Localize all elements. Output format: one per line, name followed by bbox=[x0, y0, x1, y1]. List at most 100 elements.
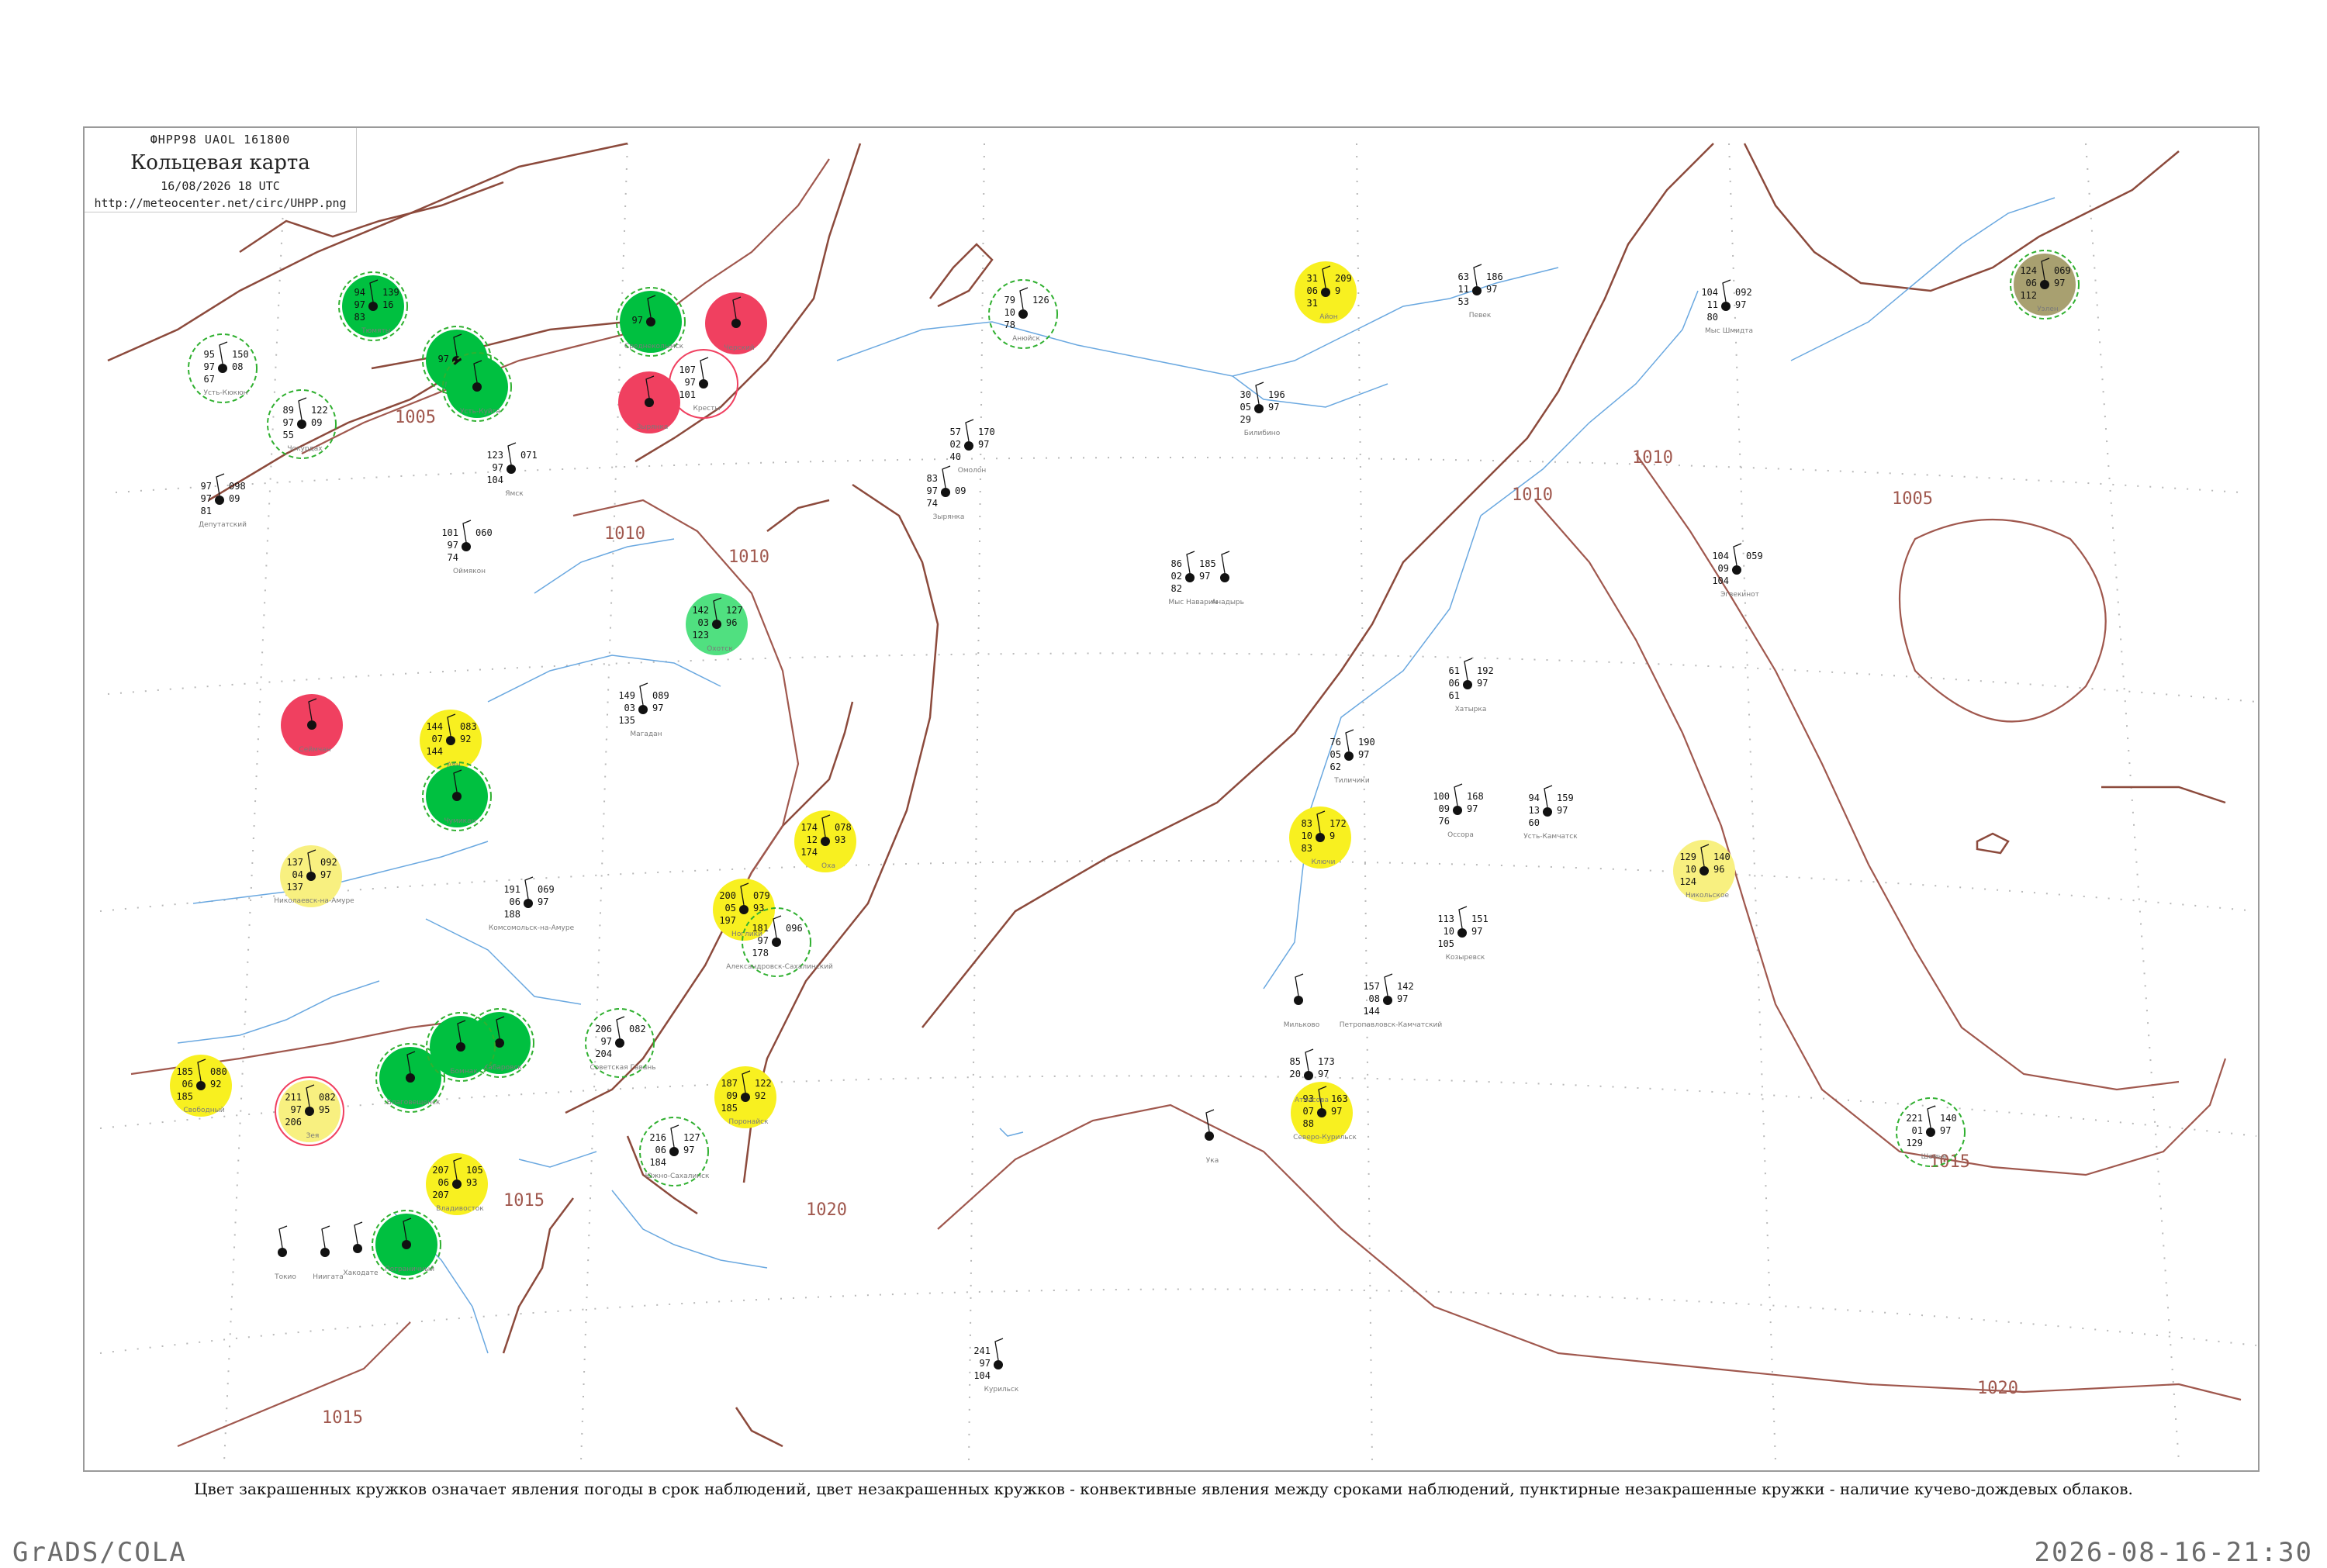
cloud-cover-icon bbox=[305, 1107, 314, 1116]
wind-barb-icon bbox=[1186, 551, 1195, 574]
station-plot[interactable]: 19106 188 06997 Комсомольск-на-Амуре bbox=[489, 876, 575, 932]
station-plot[interactable]: 10411 80 09297 Мыс Шмидта bbox=[1701, 279, 1753, 335]
station-plot[interactable]: 85 20 173 97 Атласова bbox=[1290, 1048, 1335, 1104]
pressure-value: 098 bbox=[229, 481, 246, 492]
weather-code: 07 bbox=[432, 734, 443, 744]
cloud-cover-icon bbox=[739, 905, 749, 914]
station-plot[interactable]: 9797 81 09809 Депутатский bbox=[199, 473, 247, 529]
pressure-tendency: 92 bbox=[460, 734, 471, 744]
pressure-tendency: 09 bbox=[229, 493, 240, 504]
station-plot[interactable]: 22101 129 14097 Шемья bbox=[1896, 1097, 1966, 1167]
station-plot[interactable]: Бомнак bbox=[426, 1012, 496, 1082]
station-plot[interactable]: 12397 104 071 Ямск bbox=[486, 442, 538, 498]
station-plot[interactable]: 124 06 112 069 97 Уэлен bbox=[2010, 250, 2080, 319]
station-plot[interactable]: Сеймчан bbox=[281, 694, 343, 756]
pressure-tendency: 9 bbox=[1335, 285, 1340, 296]
dewpoint-value: 144 bbox=[426, 746, 443, 757]
station-plot[interactable]: 9497 83 13916 Тюмяты bbox=[338, 271, 408, 341]
station-plot[interactable]: 216 06 184 127 97 Южно-Сахалинск bbox=[639, 1117, 710, 1186]
station-plot[interactable]: 7605 62 19097 Тиличики bbox=[1330, 729, 1375, 785]
station-plot[interactable]: 1370413709297Николаевск-на-Амуре bbox=[274, 845, 354, 907]
station-plot[interactable]: Ниигата bbox=[313, 1225, 344, 1281]
station-plot[interactable]: 94 1360 159 97 Усть-Камчатск bbox=[1523, 785, 1578, 841]
station-plot[interactable]: 8997 55 12209 Чокурдах bbox=[267, 389, 337, 459]
station-plot[interactable]: 14203 123 12796 Охотск bbox=[686, 593, 748, 655]
cloud-cover-icon bbox=[297, 420, 306, 429]
cloud-cover-icon bbox=[1220, 573, 1229, 582]
dewpoint-value: 82 bbox=[1171, 583, 1182, 594]
station-plot[interactable]: 57 0240 170 97 Омолон bbox=[950, 419, 995, 475]
station-plot[interactable]: 97 Среднеколымск bbox=[616, 287, 686, 357]
temperature-value: 104 bbox=[1712, 551, 1729, 561]
station-plot[interactable]: 206 97204 082 Советская Гавань bbox=[585, 1008, 656, 1078]
weather-code: 97 bbox=[201, 493, 212, 504]
pressure-value: 192 bbox=[1477, 665, 1494, 676]
station-plot[interactable]: 18709 185 12292 Поронайск bbox=[714, 1066, 776, 1128]
cloud-cover-icon bbox=[507, 465, 516, 474]
station-plot[interactable]: 30 0529 196 97 Билибино bbox=[1240, 382, 1285, 437]
station-plot[interactable]: 113 10105 151 97 Козыревск bbox=[1437, 906, 1489, 962]
station-plot[interactable]: 63 1153 186 97 Певек bbox=[1458, 264, 1503, 319]
map-frame[interactable]: 1005 1010 1010 1005 1010 1010 1015 1020 … bbox=[83, 126, 2260, 1472]
station-plot[interactable]: 10409104059Эгвекинот bbox=[1712, 543, 1763, 599]
weather-code: 97 bbox=[758, 935, 769, 946]
weather-code: 11 bbox=[1707, 299, 1718, 310]
station-plot[interactable]: Черский bbox=[705, 292, 767, 354]
station-plot[interactable]: Токио bbox=[274, 1225, 296, 1281]
station-plot[interactable]: 1850618508092Свободный bbox=[170, 1055, 232, 1117]
station-plot[interactable]: Ука bbox=[1205, 1109, 1219, 1165]
dewpoint-value: 104 bbox=[486, 475, 503, 485]
pressure-value: 122 bbox=[755, 1078, 772, 1089]
dewpoint-value: 105 bbox=[1437, 938, 1454, 949]
station-plot[interactable]: 241 97104 Курильск bbox=[973, 1338, 1019, 1394]
wind-barb-icon bbox=[1722, 279, 1731, 302]
station-plot[interactable]: 107 97101 Кресты bbox=[669, 349, 738, 419]
station-plot[interactable]: Пограничный bbox=[372, 1210, 441, 1280]
station-plot[interactable]: 149 03 135 089 97 Магадан bbox=[618, 682, 669, 738]
station-plot[interactable]: 2070620710593Владивосток bbox=[426, 1153, 488, 1215]
isobar-label: 1020 bbox=[806, 1200, 847, 1220]
weather-code: 97 bbox=[493, 462, 503, 473]
station-plot[interactable]: Зырянка bbox=[618, 371, 680, 433]
pressure-value: 172 bbox=[1329, 818, 1347, 829]
wind-barb-icon bbox=[462, 520, 472, 543]
synoptic-map[interactable]: 1005 1010 1010 1005 1010 1010 1015 1020 … bbox=[85, 128, 2260, 1472]
station-plot[interactable]: 15708 144 14297 Петропавловск-Камчатский bbox=[1340, 973, 1443, 1029]
station-plot[interactable]: 83 10 83 172 9 Ключи bbox=[1289, 806, 1351, 869]
cloud-cover-icon bbox=[645, 398, 654, 407]
station-plot[interactable]: Мильково bbox=[1284, 973, 1320, 1029]
station-plot[interactable]: 21197 206 08295 Зея bbox=[275, 1076, 344, 1146]
station-plot[interactable]: 101 9774 060 Оймякон bbox=[441, 520, 493, 575]
station-name: Усть-Камчатск bbox=[1523, 833, 1578, 841]
dewpoint-value: 40 bbox=[950, 451, 961, 462]
station-plot[interactable]: 3106312099Айон bbox=[1295, 261, 1357, 323]
pressure-tendency: 97 bbox=[2054, 278, 2065, 288]
station-plot[interactable]: Чумикан bbox=[422, 762, 492, 831]
pressure-tendency: 96 bbox=[726, 617, 737, 628]
dewpoint-value: 60 bbox=[1529, 817, 1540, 828]
station-plot[interactable]: 10009 76 16897 Оссора bbox=[1433, 783, 1484, 839]
weather-code: 06 bbox=[438, 1177, 449, 1188]
weather-code: 10 bbox=[1302, 831, 1312, 841]
station-plot[interactable]: 129 10124 140 96 Никольское bbox=[1673, 840, 1735, 902]
station-plot[interactable]: 9597 67 15008 Усть-Кюкюн bbox=[188, 333, 258, 403]
pressure-value: 082 bbox=[319, 1092, 336, 1103]
pressure-tendency: 93 bbox=[835, 834, 845, 845]
temperature-value: 144 bbox=[426, 721, 443, 732]
station-plot[interactable]: 61066119297Хатырка bbox=[1449, 658, 1494, 713]
station-plot[interactable]: Усть-Куйга bbox=[442, 352, 512, 422]
legend-url[interactable]: http://meteocenter.net/circ/UHPP.png bbox=[85, 196, 356, 210]
station-plot[interactable]: 791078 126 Анюйск bbox=[988, 279, 1058, 349]
station-plot[interactable]: 93078816397Северо-Курильск bbox=[1291, 1082, 1357, 1144]
weather-code: 97 bbox=[601, 1036, 612, 1047]
pressure-tendency: 09 bbox=[311, 417, 322, 428]
station-plot[interactable]: 86 0282 185 97 Мыс Наварин bbox=[1168, 551, 1218, 606]
cloud-cover-icon bbox=[353, 1244, 362, 1253]
station-plot[interactable]: 1741217407893Оха bbox=[794, 810, 856, 872]
dewpoint-value: 81 bbox=[201, 506, 212, 516]
station-name: Депутатский bbox=[199, 521, 247, 529]
temperature-value: 185 bbox=[176, 1066, 193, 1077]
station-plot[interactable]: 1440714408392Аян bbox=[420, 710, 482, 772]
dewpoint-value: 104 bbox=[1712, 575, 1729, 586]
station-plot[interactable]: Анадырь bbox=[1212, 551, 1244, 606]
